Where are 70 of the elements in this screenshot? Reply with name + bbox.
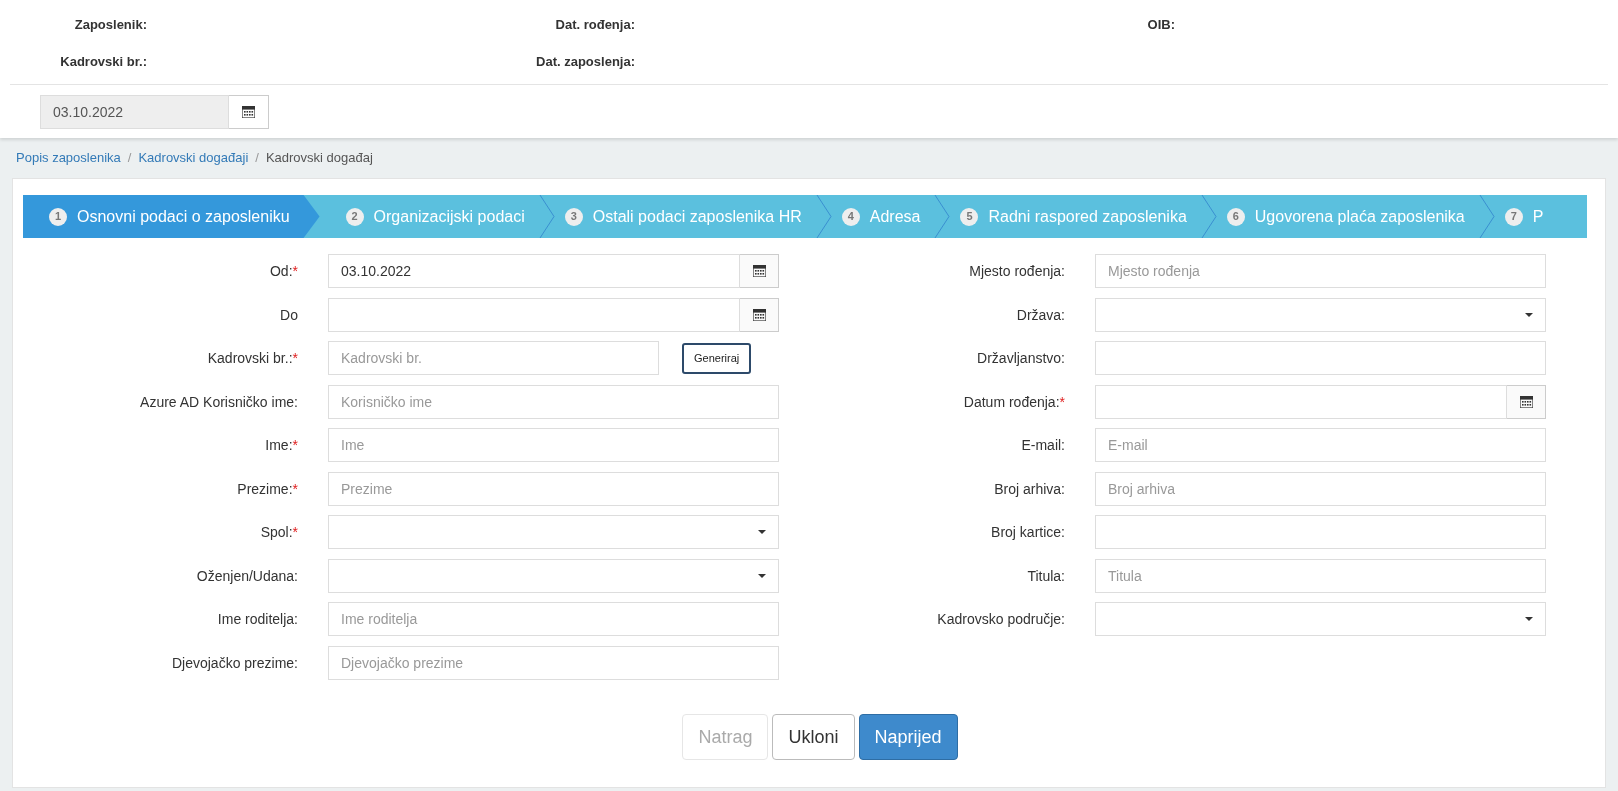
input-field[interactable]: Prezime — [328, 471, 779, 506]
header-label: Zaposlenik: — [74, 17, 147, 32]
input-field[interactable]: Kadrovski br. — [328, 341, 659, 375]
input-field[interactable]: Korisničko ime — [328, 384, 779, 419]
field-label: Djevojačko prezime: — [171, 654, 298, 671]
field-label: Državljanstvo: — [977, 350, 1065, 366]
chevron-separator-icon — [934, 195, 951, 238]
calendar-button[interactable] — [229, 95, 269, 129]
field-label: Spol:* — [260, 524, 298, 540]
field-label: Prezime:* — [237, 480, 298, 497]
breadcrumb-link[interactable]: Popis zaposlenika — [16, 148, 121, 168]
select-field[interactable] — [328, 558, 779, 593]
field-label: Datum rođenja:* — [963, 393, 1065, 410]
field-label: Broj arhiva: — [994, 480, 1065, 497]
field-label: Azure AD Korisničko ime: — [140, 393, 298, 410]
chevron-separator-icon — [1478, 195, 1495, 238]
breadcrumb-separator: / — [127, 149, 132, 168]
header-label: Kadrovski br.: — [60, 54, 147, 69]
field-label: Kadrovski br.:* — [207, 350, 298, 366]
field-label: Država: — [1016, 306, 1065, 323]
input-field[interactable] — [1095, 341, 1546, 375]
field-label: Ime roditelja: — [217, 611, 298, 627]
field-label: Broj kartice: — [991, 524, 1065, 540]
field-label: Do — [280, 306, 298, 323]
generate-button[interactable]: Generiraj — [682, 342, 752, 374]
header-label: Dat. rođenja: — [555, 17, 635, 32]
header-label: Dat. zaposlenja: — [536, 54, 635, 69]
caret-icon — [1525, 312, 1533, 317]
chevron-separator-icon — [815, 195, 832, 238]
input-field[interactable]: E-mail — [1095, 428, 1546, 462]
input-field[interactable]: Ime — [328, 428, 779, 462]
input-field[interactable]: Titula — [1095, 558, 1546, 593]
field-label: E-mail: — [1021, 437, 1065, 453]
field-label: Kadrovsko područje: — [937, 611, 1065, 627]
field-label: Mjesto rođenja: — [969, 263, 1065, 279]
field-label: Oženjen/Udana: — [196, 567, 298, 584]
wizard-step[interactable]: 1 Osnovni podaci o zaposleniku — [23, 195, 320, 238]
select-field[interactable] — [328, 515, 779, 549]
header-label: OIB: — [1147, 17, 1175, 32]
field-label: Od:* — [269, 263, 298, 279]
breadcrumb-separator: / — [255, 149, 259, 168]
calendar-button[interactable] — [740, 297, 779, 332]
input-field[interactable]: Mjesto rođenja — [1095, 254, 1546, 288]
field-label: Titula: — [1027, 567, 1065, 584]
chevron-separator-icon — [538, 195, 555, 238]
date-field[interactable]: 03.10.2022 — [40, 95, 229, 129]
select-field[interactable] — [1095, 602, 1546, 636]
calendar-button[interactable] — [740, 254, 779, 288]
input-field[interactable]: Ime roditelja — [328, 602, 779, 636]
caret-icon — [758, 530, 766, 534]
chevron-separator-icon — [1200, 195, 1217, 238]
input-field[interactable]: Djevojačko prezime — [328, 645, 779, 680]
calendar-button[interactable] — [1507, 384, 1546, 419]
breadcrumb-link[interactable]: Kadrovski događaji — [138, 148, 249, 168]
calendar-icon — [752, 265, 766, 277]
nav-button[interactable]: Ukloni — [772, 714, 855, 760]
date-field[interactable] — [328, 297, 740, 332]
calendar-icon — [242, 106, 255, 118]
calendar-icon — [752, 308, 766, 321]
nav-button[interactable]: Naprijed — [858, 714, 958, 760]
caret-icon — [1525, 617, 1533, 621]
input-field[interactable] — [1095, 515, 1546, 549]
field-label: Ime:* — [265, 437, 298, 453]
select-field[interactable] — [1095, 297, 1546, 332]
caret-icon — [758, 573, 766, 578]
calendar-icon — [1519, 395, 1533, 408]
date-field[interactable] — [1095, 384, 1507, 419]
breadcrumb-current: Kadrovski događaj — [265, 149, 373, 168]
date-field[interactable]: 03.10.2022 — [328, 254, 740, 288]
input-field[interactable]: Broj arhiva — [1095, 471, 1546, 506]
